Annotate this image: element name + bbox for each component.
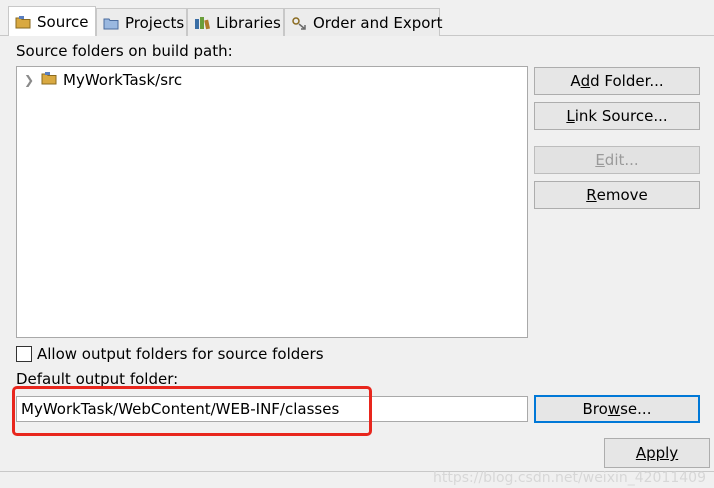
button-label-part: d Folder... <box>590 72 664 90</box>
watermark: https://blog.csdn.net/weixin_42011409 <box>432 470 706 486</box>
link-source-button[interactable]: Link Source... <box>534 102 700 130</box>
tab-libraries[interactable]: Libraries <box>187 8 284 36</box>
source-icon <box>15 15 31 29</box>
allow-output-label: Allow output folders for source folders <box>37 345 324 363</box>
tab-projects[interactable]: Projects <box>96 8 187 36</box>
button-label-part: dit... <box>604 151 639 169</box>
highlight-box <box>12 386 372 436</box>
mnemonic: R <box>586 186 597 204</box>
tab-label: Source <box>37 12 89 31</box>
allow-output-checkbox[interactable] <box>16 346 32 362</box>
tab-label: Order and Export <box>313 13 443 32</box>
remove-button[interactable]: Remove <box>534 181 700 209</box>
order-export-icon <box>291 16 307 30</box>
tab-order-and-export[interactable]: Order and Export <box>284 8 443 36</box>
button-label-part: se... <box>620 400 652 418</box>
tab-source[interactable]: Source <box>8 6 96 36</box>
button-label-part: emove <box>596 186 648 204</box>
source-folder-tree[interactable]: ❯ MyWorkTask/src <box>16 66 528 338</box>
libraries-icon <box>194 16 210 30</box>
chevron-right-icon[interactable]: ❯ <box>23 73 35 87</box>
add-folder-button[interactable]: Add Folder... <box>534 67 700 95</box>
tree-item[interactable]: ❯ MyWorkTask/src <box>23 71 182 89</box>
tree-item-label: MyWorkTask/src <box>63 71 183 89</box>
tab-label: Libraries <box>216 13 281 32</box>
mnemonic: L <box>566 107 575 125</box>
projects-icon <box>103 16 119 30</box>
button-label-part: A <box>570 72 581 90</box>
browse-button[interactable]: Bro w se... <box>534 395 700 423</box>
apply-button[interactable]: Apply <box>604 438 710 468</box>
tab-label: Projects <box>125 13 185 32</box>
package-folder-icon <box>41 71 57 89</box>
button-label-part: Bro <box>582 400 608 418</box>
source-folders-heading: Source folders on build path: <box>16 42 233 60</box>
mnemonic: E <box>595 151 605 169</box>
edit-button[interactable]: Edit... <box>534 146 700 174</box>
mnemonic: d <box>580 72 591 90</box>
apply-label: Apply <box>635 444 679 462</box>
button-label-part: ink Source... <box>574 107 668 125</box>
mnemonic: w <box>607 400 621 418</box>
